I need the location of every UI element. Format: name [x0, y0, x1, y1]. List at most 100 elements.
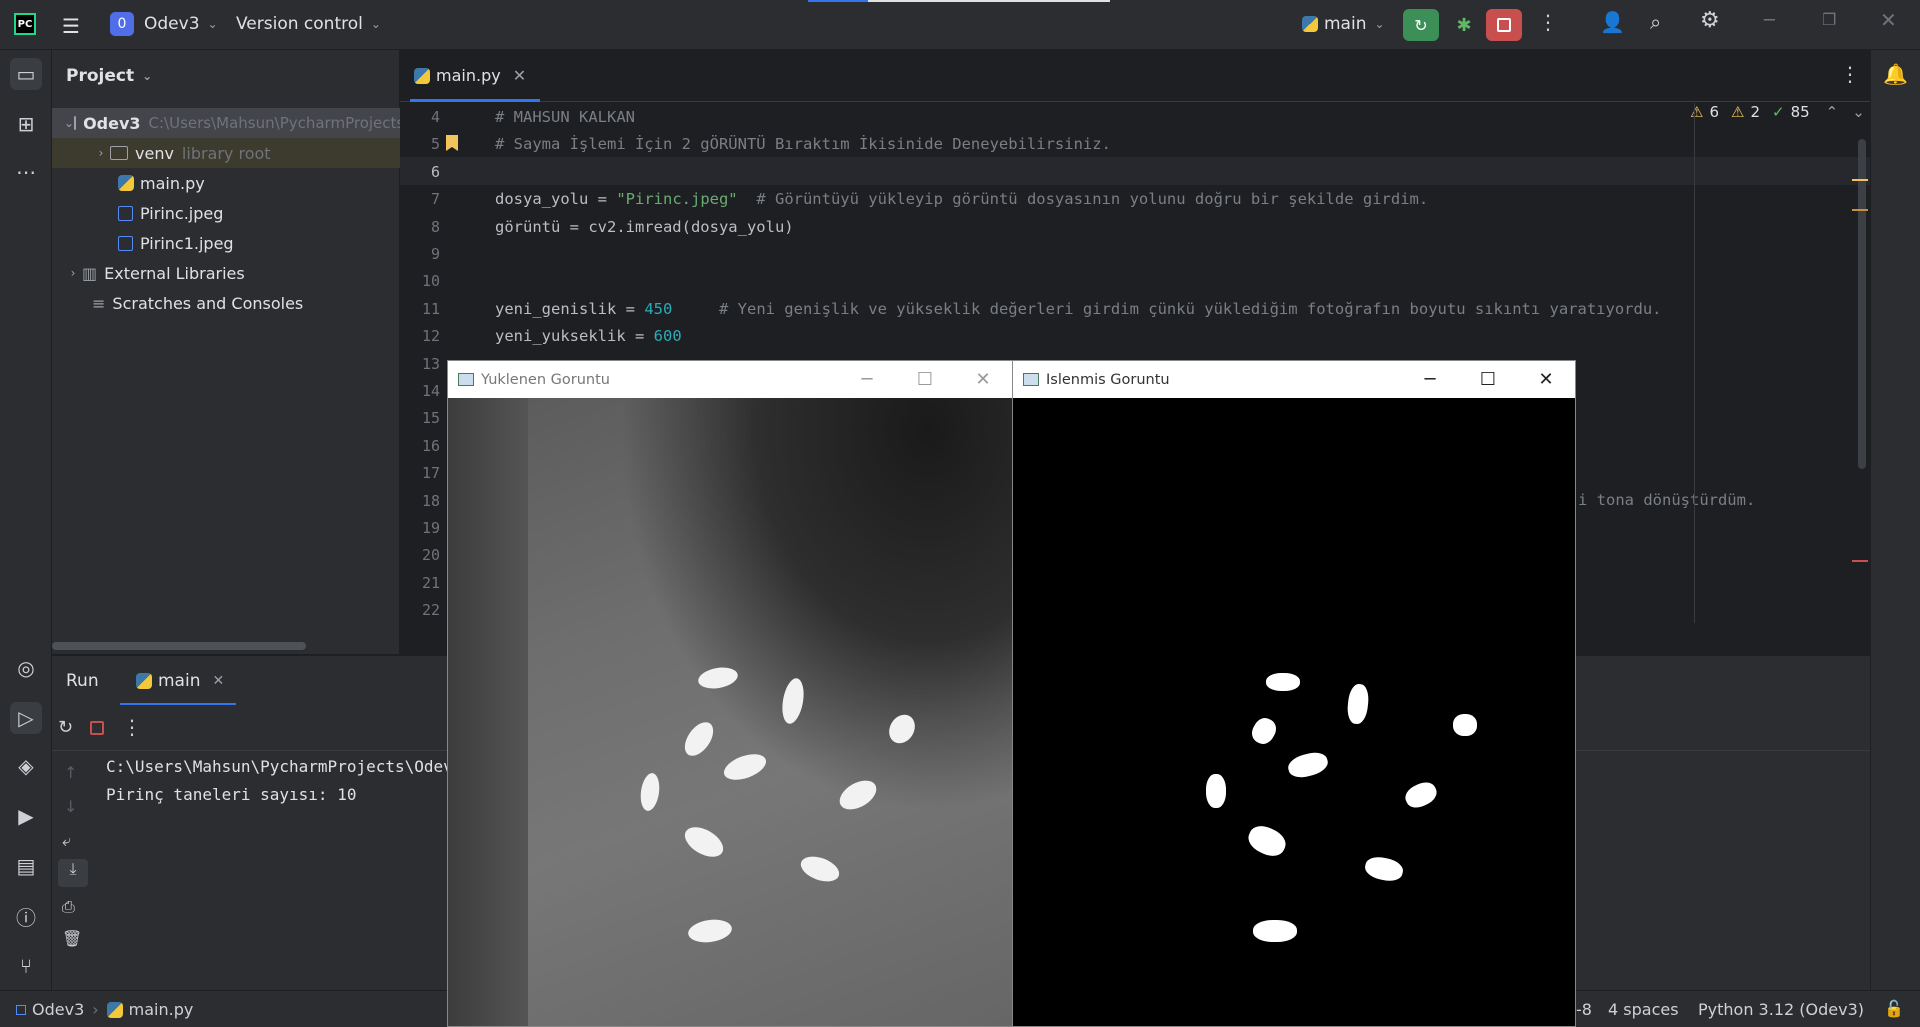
tab-run[interactable]: Run	[66, 671, 99, 691]
minimize-icon[interactable]: ─	[1401, 361, 1459, 398]
stop-icon[interactable]	[90, 721, 104, 735]
maximize-window-icon[interactable]: ❐	[1822, 10, 1836, 29]
operator: =	[588, 190, 617, 208]
project-name: Odev3	[144, 14, 200, 34]
line-number: 13	[421, 354, 440, 373]
run-tool-icon[interactable]: ▷	[10, 702, 42, 734]
more-options-icon[interactable]: ⋮	[122, 715, 142, 739]
ok-count: 85	[1790, 103, 1810, 121]
line-number: 21	[421, 573, 440, 592]
encoding-widget[interactable]: -8	[1576, 1000, 1592, 1019]
line-number: 19	[421, 519, 440, 537]
rerun-icon[interactable]: ↻	[58, 717, 73, 738]
scroll-down-icon[interactable]: ↓	[64, 797, 77, 816]
add-user-icon[interactable]: 👤	[1600, 10, 1625, 34]
stop-button[interactable]	[1486, 9, 1522, 41]
indent-widget[interactable]: 4 spaces	[1608, 1000, 1679, 1019]
tab-main-py[interactable]: main.py ✕	[414, 66, 526, 85]
line-number: 5	[430, 135, 440, 154]
minimize-window-icon[interactable]: ─	[1764, 10, 1775, 31]
breadcrumb-file[interactable]: main.py	[129, 1000, 194, 1019]
interpreter-widget[interactable]: Python 3.12 (Odev3)	[1698, 1000, 1864, 1019]
git-icon[interactable]: ⑂	[10, 950, 42, 982]
project-switcher[interactable]: 0 Odev3 ⌄	[110, 12, 218, 36]
next-highlight-icon[interactable]: ⌄	[1852, 103, 1865, 121]
line-number: 8	[430, 217, 440, 236]
run-config-selector[interactable]: main ⌄	[1302, 14, 1385, 34]
main-menu-icon[interactable]: ☰	[62, 14, 80, 38]
breadcrumb[interactable]: Odev3 › main.py	[16, 1000, 193, 1019]
close-icon[interactable]: ✕	[954, 361, 1012, 398]
python-icon	[106, 1001, 123, 1018]
console-line: C:\Users\Mahsun\PycharmProjects\Odev3	[106, 757, 463, 776]
previous-highlight-icon[interactable]: ⌃	[1826, 103, 1839, 121]
layers-icon[interactable]: ◈	[10, 750, 42, 782]
python-file-icon	[118, 175, 134, 191]
tab-run-main[interactable]: main ✕	[136, 671, 224, 691]
settings-gear-icon[interactable]: ⚙	[1700, 8, 1720, 33]
line-number: 10	[421, 272, 440, 291]
services-icon[interactable]: ▶	[10, 800, 42, 832]
vcs-menu[interactable]: Version control ⌄	[236, 14, 381, 34]
soft-wrap-icon[interactable]: ⤶	[62, 831, 71, 851]
mask-blob	[1285, 749, 1331, 781]
debug-icon[interactable]: ✱	[1448, 9, 1480, 41]
print-icon[interactable]: ⎙	[62, 897, 75, 917]
close-tab-icon[interactable]: ✕	[513, 66, 526, 85]
weak-warning-icon: ⚠	[1731, 103, 1745, 121]
problems-icon[interactable]: ⓘ	[10, 900, 42, 932]
notifications-bell-icon[interactable]: 🔔	[1883, 62, 1908, 86]
line-number: 16	[421, 436, 440, 455]
close-icon[interactable]: ✕	[1517, 361, 1575, 398]
line-number: 15	[421, 409, 440, 428]
scroll-to-end-icon[interactable]: ⤓	[58, 859, 88, 887]
rice-grain	[638, 771, 662, 813]
tree-item-pirinc-jpeg[interactable]: Pirinc.jpeg	[52, 198, 400, 228]
tree-item-main-py[interactable]: main.py	[52, 168, 400, 198]
horizontal-scrollbar[interactable]	[52, 642, 306, 650]
right-margin-guide	[1694, 103, 1695, 623]
minimize-icon[interactable]: ─	[838, 361, 896, 398]
tree-item-venv[interactable]: › venv library root	[52, 138, 400, 168]
more-actions-icon[interactable]: ⋮	[1538, 10, 1558, 34]
tree-item-label: Scratches and Consoles	[112, 293, 304, 313]
project-panel-header[interactable]: Project ⌄	[66, 66, 152, 86]
mask-blob	[1401, 778, 1441, 812]
rice-grain	[686, 917, 734, 945]
structure-icon[interactable]: ⊞	[10, 108, 42, 140]
close-tab-icon[interactable]: ✕	[212, 673, 224, 689]
scroll-up-icon[interactable]: ↑	[64, 763, 77, 782]
maximize-icon[interactable]: ☐	[896, 361, 954, 398]
chevron-right-icon: ›	[98, 146, 104, 160]
tree-item-pirinc1-jpeg[interactable]: Pirinc1.jpeg	[52, 228, 400, 258]
code-line-12: yeni_yukseklik = 600	[495, 327, 682, 345]
maximize-icon[interactable]: ☐	[1459, 361, 1517, 398]
tab-options-icon[interactable]: ⋮	[1840, 62, 1860, 86]
project-folder-icon[interactable]: ▭	[10, 58, 42, 90]
progress-indicator	[808, 0, 868, 2]
rice-photo	[448, 398, 1012, 1026]
cv-window-processed[interactable]: Islenmis Goruntu ─ ☐ ✕	[1012, 360, 1576, 1027]
lock-icon[interactable]: 🔓	[1884, 999, 1904, 1018]
inspections-widget[interactable]: ⚠ 6 ⚠ 2 ✓ 85 ⌃ ⌄	[1690, 103, 1865, 121]
tree-item-scratches[interactable]: ≡ Scratches and Consoles	[52, 288, 400, 318]
close-window-icon[interactable]: ✕	[1880, 8, 1897, 32]
more-tools-icon[interactable]: ⋯	[10, 156, 42, 188]
vertical-scrollbar[interactable]	[1858, 139, 1866, 469]
terminal-icon[interactable]: ▤	[10, 850, 42, 882]
python-packages-icon[interactable]: ◎	[10, 652, 42, 684]
code-line-18-tail: i tona dönüştürdüm.	[1578, 491, 1756, 509]
operator: =	[616, 300, 645, 318]
code-line-7: dosya_yolu = "Pirinc.jpeg" # Görüntüyü y…	[495, 190, 1428, 208]
search-icon[interactable]: ⌕	[1650, 10, 1661, 34]
error-stripe-mark	[1852, 179, 1868, 181]
chevron-down-icon: ⌄	[64, 116, 75, 130]
cv-window-original[interactable]: Yuklenen Goruntu ─ ☐ ✕	[447, 360, 1013, 1027]
mask-blob	[1363, 854, 1405, 884]
clear-all-icon[interactable]: 🗑	[62, 929, 82, 948]
tree-root-odev3[interactable]: ⌄ Odev3 C:\Users\Mahsun\PycharmProjects\…	[52, 108, 400, 138]
rerun-button[interactable]: ↻	[1403, 9, 1439, 41]
bookmark-icon[interactable]	[446, 135, 458, 151]
breadcrumb-project[interactable]: Odev3	[32, 1000, 84, 1019]
tree-item-external-libraries[interactable]: › ▥ External Libraries	[52, 258, 400, 288]
